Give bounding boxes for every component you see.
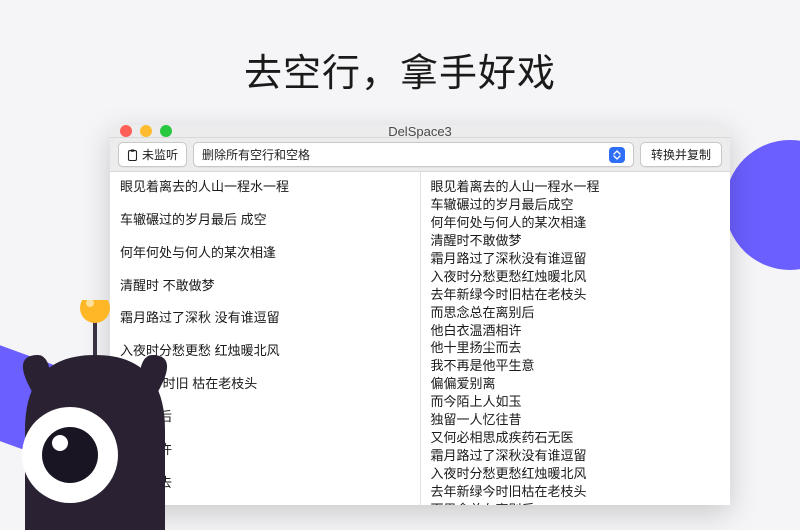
output-line: 他白衣温酒相许 xyxy=(431,322,721,340)
output-line: 他十里扬尘而去 xyxy=(431,339,721,357)
toolbar: 未监听 删除所有空行和空格 转换并复制 xyxy=(110,138,730,172)
listen-toggle-button[interactable]: 未监听 xyxy=(118,142,187,167)
output-line: 何年何处与何人的某次相逢 xyxy=(431,214,721,232)
output-line: 霜月路过了深秋没有谁逗留 xyxy=(431,250,721,268)
output-line: 我不再是他平生意 xyxy=(431,357,721,375)
maximize-icon[interactable] xyxy=(160,125,172,137)
output-line: 去年新绿今时旧枯在老枝头 xyxy=(431,483,721,501)
mode-select[interactable]: 删除所有空行和空格 xyxy=(193,142,634,167)
input-line: 清醒时 不敢做梦 xyxy=(120,277,410,296)
chevron-up-down-icon xyxy=(609,147,625,163)
convert-copy-button[interactable]: 转换并复制 xyxy=(640,142,722,167)
output-line: 而今陌上人如玉 xyxy=(431,393,721,411)
output-line: 而思念总在离别后 xyxy=(431,304,721,322)
input-line: 何年何处与何人的某次相逢 xyxy=(120,244,410,263)
window-title: DelSpace3 xyxy=(110,125,730,139)
output-line: 独留一人忆往昔 xyxy=(431,411,721,429)
titlebar: DelSpace3 xyxy=(110,125,730,138)
minimize-icon[interactable] xyxy=(140,125,152,137)
output-line: 又何必相思成疾药石无医 xyxy=(431,429,721,447)
clipboard-icon xyxy=(127,149,138,161)
mascot-character xyxy=(0,300,190,530)
output-line: 清醒时不敢做梦 xyxy=(431,232,721,250)
output-pane[interactable]: 眼见着离去的人山一程水一程车辙碾过的岁月最后成空何年何处与何人的某次相逢清醒时不… xyxy=(421,172,731,505)
close-icon[interactable] xyxy=(120,125,132,137)
output-line: 而思念总在离别后 xyxy=(431,501,721,505)
output-line: 偏偏爱别离 xyxy=(431,375,721,393)
listen-label: 未监听 xyxy=(142,146,178,163)
mode-selected-label: 删除所有空行和空格 xyxy=(202,146,310,163)
input-line: 眼见着离去的人山一程水一程 xyxy=(120,178,410,197)
output-line: 入夜时分愁更愁红烛暖北风 xyxy=(431,465,721,483)
app-window: DelSpace3 未监听 删除所有空行和空格 转换并复制 眼见着离去的人山一程… xyxy=(110,125,730,505)
output-line: 车辙碾过的岁月最后成空 xyxy=(431,196,721,214)
output-line: 眼见着离去的人山一程水一程 xyxy=(431,178,721,196)
traffic-lights xyxy=(120,125,172,137)
background-shape-right xyxy=(725,140,800,270)
output-line: 霜月路过了深秋没有谁逗留 xyxy=(431,447,721,465)
page-headline: 去空行，拿手好戏 xyxy=(0,0,800,97)
output-line: 去年新绿今时旧枯在老枝头 xyxy=(431,286,721,304)
input-line: 车辙碾过的岁月最后 成空 xyxy=(120,211,410,230)
output-line: 入夜时分愁更愁红烛暖北风 xyxy=(431,268,721,286)
content-panes: 眼见着离去的人山一程水一程车辙碾过的岁月最后 成空何年何处与何人的某次相逢清醒时… xyxy=(110,172,730,505)
